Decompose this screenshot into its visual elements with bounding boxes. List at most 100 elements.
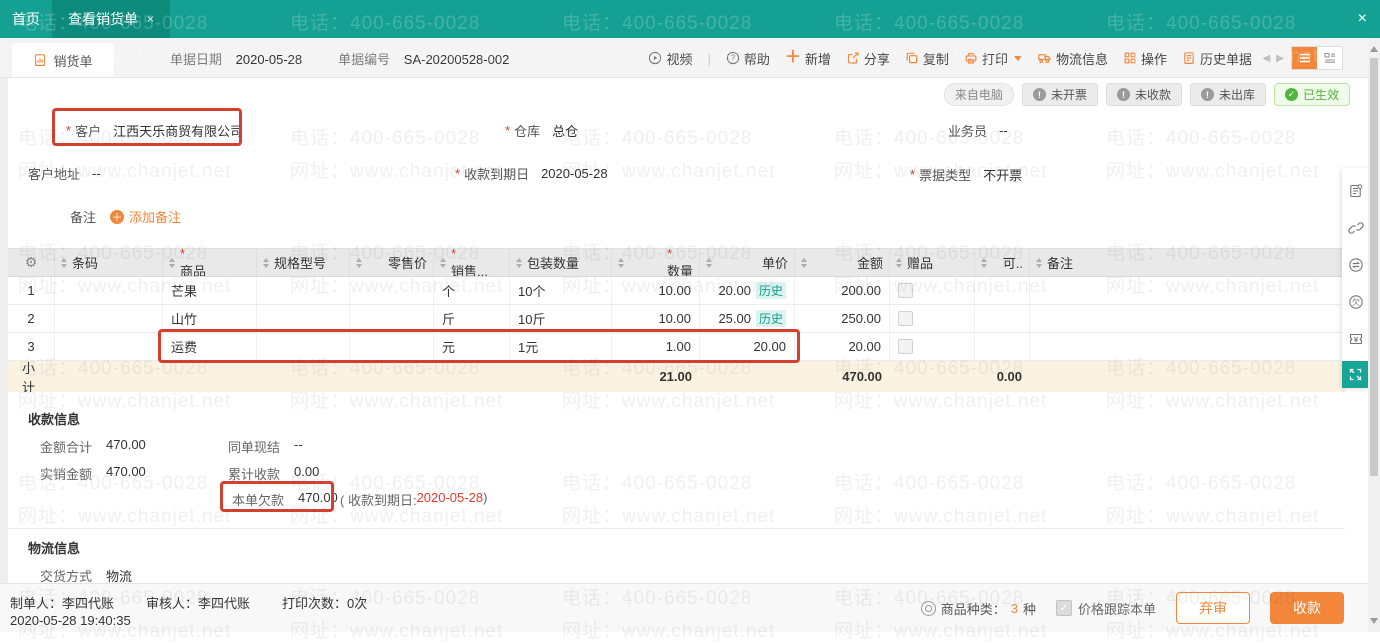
scrollbar-thumb[interactable]: [1370, 58, 1378, 476]
table-cell-unit: 斤: [434, 305, 510, 332]
transfer-icon[interactable]: [1348, 246, 1364, 283]
table-header-cell-amount[interactable]: 金额: [795, 249, 890, 276]
add-remark-link[interactable]: ＋ 添加备注: [110, 207, 181, 226]
history-price-tag[interactable]: 历史: [756, 310, 786, 327]
left-gutter: [0, 78, 8, 583]
gift-checkbox[interactable]: [898, 283, 913, 298]
table-header-cell-barcode[interactable]: 条码: [55, 249, 163, 276]
sort-arrows-icon[interactable]: [801, 258, 807, 268]
logistics-section-title: 物流信息: [28, 538, 80, 557]
tab-view-sales-order[interactable]: 查看销货单 ×: [52, 0, 170, 38]
table-cell-gear: 3: [8, 333, 55, 360]
remark-field: 备注 ＋ 添加备注: [70, 207, 181, 226]
sort-arrows-icon[interactable]: [356, 258, 362, 268]
expand-icon[interactable]: [1342, 361, 1369, 388]
sort-arrows-icon[interactable]: [61, 258, 67, 268]
table-row: 2山竹斤10斤10.0025.00历史250.00: [8, 305, 1345, 333]
table-cell-qty: 10.00: [612, 277, 700, 304]
table-header-row: ⚙ 条码 *商品 规格型号 零售价 *销售... 包装数量*数量 单价金额赠品可..备注: [8, 248, 1345, 277]
column-label: 单价: [762, 253, 788, 272]
list-view-toggle[interactable]: [1292, 47, 1317, 69]
table-header-cell-unit[interactable]: *销售...: [434, 249, 510, 276]
table-header-cell-avail[interactable]: 可..: [975, 249, 1030, 276]
subtotal-cell-note: [1030, 361, 1345, 392]
sort-arrows-icon[interactable]: [896, 258, 902, 268]
table-header-cell-price[interactable]: 单价: [700, 249, 795, 276]
plus-circle-icon: ＋: [110, 210, 124, 224]
table-cell-price: 20.00: [700, 333, 795, 360]
table-header-cell-note[interactable]: 备注: [1030, 249, 1345, 276]
invoice-type-label: 票据类型: [919, 165, 971, 184]
history-price-tag[interactable]: 历史: [756, 282, 786, 299]
column-label: *商品: [180, 249, 206, 276]
sort-arrows-icon[interactable]: [706, 258, 712, 268]
share-button[interactable]: 分享: [846, 49, 890, 68]
next-doc-icon[interactable]: ▶: [1276, 53, 1284, 64]
prev-doc-icon[interactable]: ◀: [1263, 53, 1271, 64]
print-button[interactable]: 打印: [964, 49, 1022, 68]
sort-arrows-icon[interactable]: [618, 258, 624, 268]
history-doc-icon: [1182, 51, 1196, 65]
subtotal-value: 0.00: [997, 369, 1022, 384]
logistics-info-button[interactable]: 物流信息: [1037, 49, 1108, 68]
close-icon[interactable]: ×: [1358, 0, 1367, 38]
tab-home[interactable]: 首页: [0, 0, 52, 38]
copy-icon: [905, 51, 919, 65]
column-label: *销售...: [451, 249, 488, 276]
doc-type-tab[interactable]: 销货单: [12, 43, 114, 77]
subtotal-value: 21.00: [659, 369, 692, 384]
gift-checkbox[interactable]: [898, 311, 913, 326]
scroll-down-icon[interactable]: [1370, 618, 1378, 624]
receive-payment-button[interactable]: 收款: [1270, 592, 1344, 624]
vertical-scrollbar[interactable]: [1368, 38, 1380, 632]
gift-checkbox[interactable]: [898, 339, 913, 354]
customer-label: 客户: [75, 121, 101, 140]
required-star: *: [451, 249, 484, 261]
history-docs-button[interactable]: 历史单据: [1182, 49, 1252, 68]
table-cell-qty: 10.00: [612, 305, 700, 332]
badge-not-invoiced: !未开票: [1022, 83, 1098, 106]
sort-arrows-icon[interactable]: [169, 258, 175, 268]
sort-arrows-icon[interactable]: [440, 258, 446, 268]
table-header-cell-product[interactable]: *商品: [163, 249, 257, 276]
table-subtotal-row: 小计21.00470.000.00: [8, 361, 1345, 392]
copy-button[interactable]: 复制: [905, 49, 949, 68]
checkbox-checked-icon[interactable]: ✓: [1056, 600, 1072, 616]
subtotal-cell-barcode: [55, 361, 163, 392]
subtotal-cell-gift: [890, 361, 975, 392]
table-header-cell-qty[interactable]: *数量: [612, 249, 700, 276]
table-header-cell-spec[interactable]: 规格型号: [257, 249, 350, 276]
footer-meta: 制单人：李四代账 审核人：李四代账 打印次数：0次: [10, 593, 367, 612]
debt-icon[interactable]: 欠: [1348, 283, 1364, 320]
table-header-cell-gear[interactable]: ⚙: [8, 249, 55, 276]
tab-close-icon[interactable]: ×: [147, 12, 154, 26]
table-header-cell-gift[interactable]: 赠品: [890, 249, 975, 276]
link-icon[interactable]: [1348, 209, 1364, 246]
help-button[interactable]: ? 帮助: [726, 49, 770, 68]
table-cell-note: [1030, 305, 1345, 332]
owed-value: 470.00: [298, 490, 338, 509]
gear-icon[interactable]: ⚙: [25, 254, 38, 271]
operations-button[interactable]: 操作: [1123, 49, 1167, 68]
table-header-cell-pack[interactable]: 包装数量: [510, 249, 612, 276]
unaudit-button[interactable]: 弃审: [1176, 592, 1250, 624]
video-button[interactable]: 视频: [648, 49, 692, 68]
note-attachment-icon[interactable]: [1348, 172, 1364, 209]
scroll-up-icon[interactable]: [1370, 46, 1378, 52]
voucher-icon[interactable]: ¥: [1348, 320, 1364, 357]
sort-arrows-icon[interactable]: [516, 258, 522, 268]
table-row: 3运费元1元1.0020.0020.00: [8, 333, 1345, 361]
column-label: 规格型号: [274, 253, 326, 272]
chevron-down-icon[interactable]: [1014, 56, 1022, 61]
sort-arrows-icon[interactable]: [263, 258, 269, 268]
add-new-button[interactable]: ＋ 新增: [785, 49, 831, 68]
detail-view-toggle[interactable]: [1317, 47, 1342, 69]
printer-icon: [964, 51, 978, 65]
sort-arrows-icon[interactable]: [981, 258, 987, 268]
price-track-option[interactable]: ✓ 价格跟踪本单: [1056, 599, 1156, 618]
play-circle-icon: [648, 51, 662, 65]
detail-view-icon: [1323, 52, 1337, 64]
sort-arrows-icon[interactable]: [1036, 258, 1042, 268]
table-cell-amount: 250.00: [795, 305, 890, 332]
table-header-cell-retail[interactable]: 零售价: [350, 249, 434, 276]
